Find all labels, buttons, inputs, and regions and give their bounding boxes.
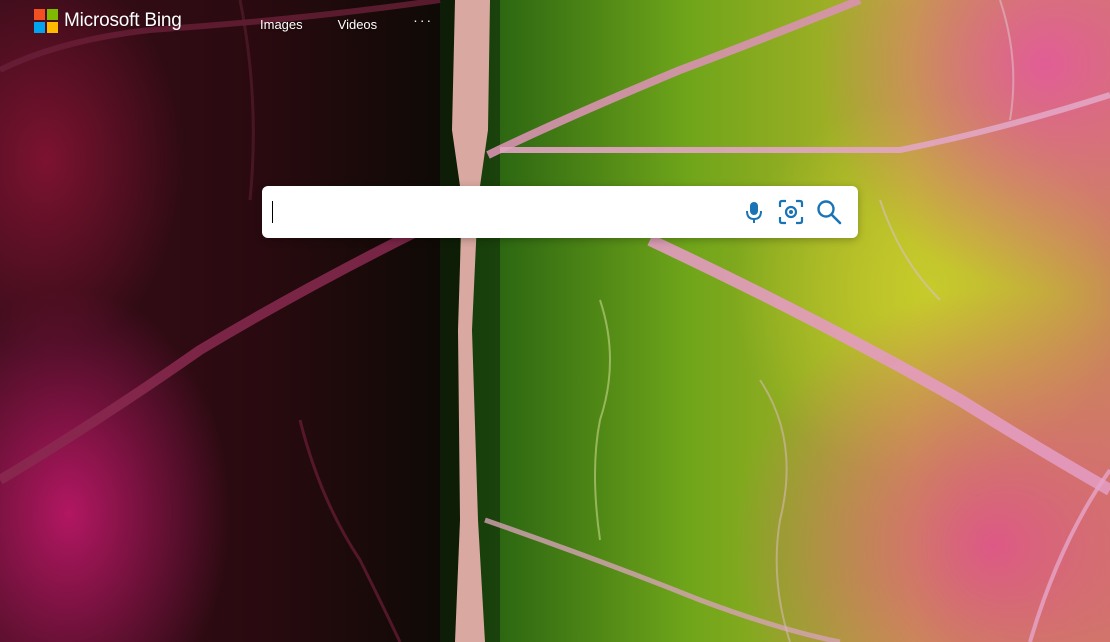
nav-videos-link[interactable]: Videos	[338, 17, 378, 32]
logo-square-yellow	[47, 22, 58, 33]
nav-images-link[interactable]: Images	[260, 17, 303, 32]
microphone-icon[interactable]	[740, 198, 768, 226]
top-nav: Images Videos ···	[260, 12, 433, 32]
search-box	[262, 186, 858, 238]
microsoft-logo-icon	[34, 9, 58, 33]
bing-logo-link[interactable]: Microsoft Bing	[34, 9, 182, 33]
logo-square-green	[47, 9, 58, 20]
text-cursor	[272, 201, 273, 223]
more-menu-icon[interactable]: ···	[413, 12, 433, 28]
search-icon[interactable]	[815, 198, 843, 226]
header: Microsoft Bing Images Videos ···	[0, 0, 1110, 46]
brand-name: Microsoft Bing	[64, 10, 182, 31]
visual-search-icon[interactable]	[777, 198, 805, 226]
search-input[interactable]	[272, 196, 736, 230]
bing-homepage: Microsoft Bing Images Videos ···	[0, 0, 1110, 642]
logo-square-blue	[34, 22, 45, 33]
logo-square-red	[34, 9, 45, 20]
background-image	[0, 0, 1110, 642]
